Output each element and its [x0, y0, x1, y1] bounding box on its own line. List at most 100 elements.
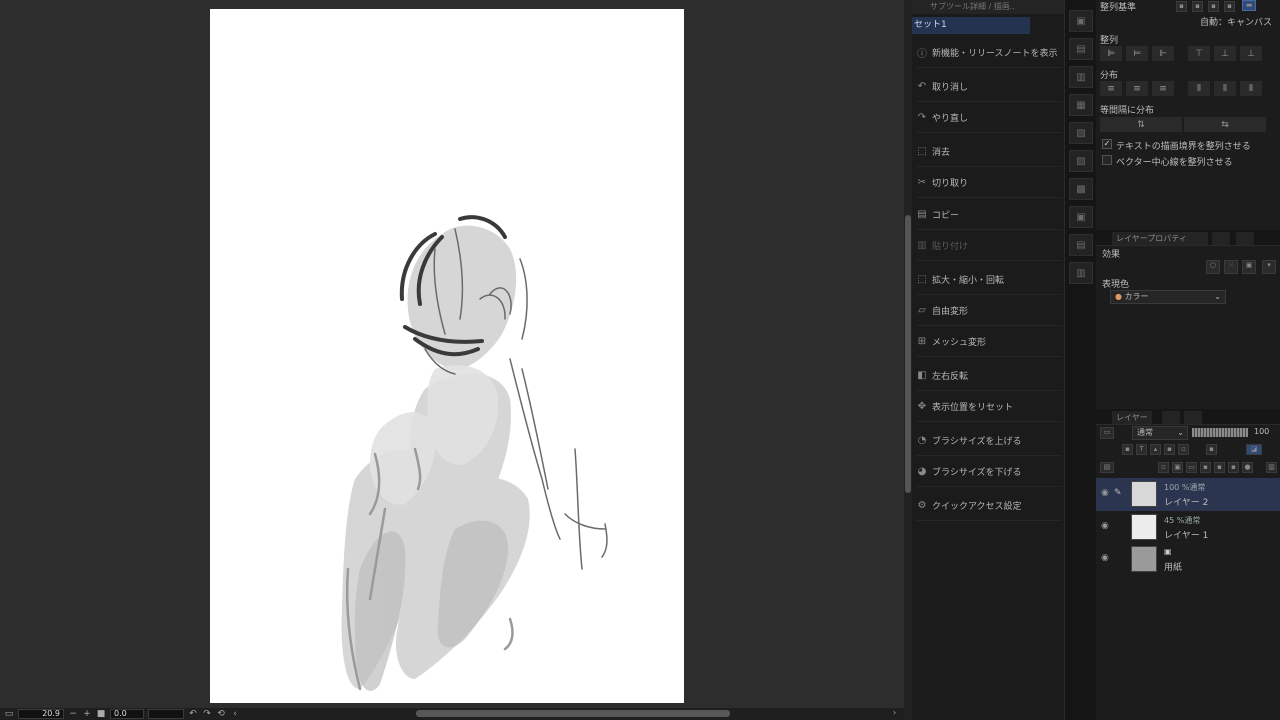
layer-type-icon[interactable]: ▭: [1100, 427, 1114, 439]
expression-color-dropdown[interactable]: ● カラー ⌄: [1110, 290, 1226, 304]
panel-toggle-icon[interactable]: ▣: [1069, 206, 1093, 228]
align-center-button[interactable]: ⊨: [1126, 46, 1148, 61]
canvas-area[interactable]: [0, 0, 904, 708]
new-raster-layer-icon[interactable]: ▫: [1158, 462, 1169, 473]
rotation-input[interactable]: 0.0: [110, 709, 144, 719]
new-vector-layer-icon[interactable]: ▣: [1172, 462, 1183, 473]
navigator-icon[interactable]: ▭: [4, 709, 14, 719]
lock-icon[interactable]: ▴: [1150, 444, 1161, 455]
distribute-bottom-button[interactable]: ≡: [1152, 81, 1174, 96]
command-reset-view[interactable]: ✥ 表示位置をリセット: [916, 392, 1062, 422]
reset-rotation-icon[interactable]: ⟲: [216, 709, 226, 719]
layer-color-icon[interactable]: ▪: [1206, 444, 1217, 455]
tab-secondary[interactable]: [1190, 232, 1208, 245]
panel-toggle-icon[interactable]: ▨: [1069, 150, 1093, 172]
command-undo[interactable]: ↶ 取り消し: [916, 72, 1062, 102]
tab-secondary[interactable]: [1212, 232, 1230, 245]
rotation-slider[interactable]: [148, 709, 184, 719]
panel-toggle-icon[interactable]: ▦: [1069, 94, 1093, 116]
command-mesh-transform[interactable]: ⊞ メッシュ変形: [916, 327, 1062, 357]
command-redo[interactable]: ↷ やり直し: [916, 103, 1062, 133]
vertical-scroll-thumb[interactable]: [905, 215, 911, 493]
effect-tone-icon[interactable]: ⁙: [1224, 260, 1238, 274]
opacity-slider[interactable]: [1192, 428, 1248, 437]
command-brush-size-down[interactable]: ◕ ブラシサイズを下げる: [916, 457, 1062, 487]
rotate-right-icon[interactable]: ↷: [202, 709, 212, 719]
layer-row[interactable]: ◉ 45 %通常 レイヤー 1: [1096, 511, 1280, 544]
command-set-selector[interactable]: セット1: [912, 17, 1030, 34]
draft-layer-icon[interactable]: ◪: [1246, 444, 1262, 455]
layer-mask-icon[interactable]: ▪: [1228, 462, 1239, 473]
blend-mode-dropdown[interactable]: 通常 ⌄: [1132, 426, 1188, 440]
zoom-input[interactable]: 20.9: [18, 709, 64, 719]
effect-border-icon[interactable]: ○: [1206, 260, 1220, 274]
eye-icon[interactable]: ◉: [1101, 488, 1113, 500]
tab-layer[interactable]: レイヤー: [1112, 411, 1152, 424]
command-scale-rotate[interactable]: ⬚ 拡大・縮小・回転: [916, 265, 1062, 295]
align-basis-icon[interactable]: ▪: [1192, 1, 1203, 12]
layer-row[interactable]: ◉ ▣ 用紙: [1096, 543, 1280, 576]
reference-layer-icon[interactable]: ▪: [1122, 444, 1133, 455]
align-basis-icon[interactable]: ▪: [1208, 1, 1219, 12]
panel-toggle-icon[interactable]: ▥: [1069, 262, 1093, 284]
command-paste[interactable]: ▥ 貼り付け: [916, 231, 1062, 261]
fit-icon[interactable]: ■: [96, 709, 106, 719]
command-free-transform[interactable]: ▱ 自由変形: [916, 296, 1062, 326]
distribute-middle-button[interactable]: ≡: [1126, 81, 1148, 96]
effect-more-icon[interactable]: ▾: [1262, 260, 1276, 274]
eye-icon[interactable]: ◉: [1101, 553, 1113, 565]
tab-secondary[interactable]: [1162, 411, 1180, 424]
distribute-center-button[interactable]: ⦀: [1214, 81, 1236, 96]
mask-toggle-icon[interactable]: ●: [1242, 462, 1253, 473]
command-flip-horizontal[interactable]: ◧ 左右反転: [916, 361, 1062, 391]
layer-row[interactable]: ◉ ✎ 100 %通常 レイヤー 2: [1096, 478, 1280, 511]
drawing-paper[interactable]: [210, 9, 684, 703]
align-top-button[interactable]: ⊤: [1188, 46, 1210, 61]
lock-transparency-icon[interactable]: ▪: [1164, 444, 1175, 455]
merge-down-icon[interactable]: ▪: [1214, 462, 1225, 473]
canvas-vertical-scrollbar[interactable]: [904, 0, 912, 720]
align-basis-canvas-icon[interactable]: ▬: [1242, 0, 1256, 11]
panel-toggle-icon[interactable]: ▣: [1069, 10, 1093, 32]
align-basis-icon[interactable]: ▪: [1224, 1, 1235, 12]
panel-toggle-icon[interactable]: ▧: [1069, 122, 1093, 144]
command-release-notes[interactable]: ⓘ 新機能・リリースノートを表示: [916, 38, 1062, 68]
command-copy[interactable]: ▤ コピー: [916, 200, 1062, 230]
zoom-in-icon[interactable]: +: [82, 709, 92, 719]
clip-layer-icon[interactable]: T: [1136, 444, 1147, 455]
mask-icon[interactable]: ▫: [1178, 444, 1189, 455]
align-basis-icon[interactable]: ▪: [1176, 1, 1187, 12]
distribute-left-button[interactable]: ⦀: [1188, 81, 1210, 96]
equal-spacing-horizontal-button[interactable]: ⇆: [1184, 117, 1266, 132]
scroll-right-icon[interactable]: ›: [893, 708, 896, 717]
vector-center-checkbox[interactable]: [1102, 155, 1112, 165]
scroll-left-icon[interactable]: ‹: [230, 709, 240, 719]
command-cut[interactable]: ✂ 切り取り: [916, 168, 1062, 198]
tab-secondary[interactable]: [1184, 411, 1202, 424]
transfer-down-icon[interactable]: ▪: [1200, 462, 1211, 473]
new-folder-icon[interactable]: ▭: [1186, 462, 1197, 473]
rotate-left-icon[interactable]: ↶: [188, 709, 198, 719]
trash-icon[interactable]: ▥: [1266, 462, 1277, 473]
text-bounds-checkbox[interactable]: ✓: [1102, 139, 1112, 149]
distribute-right-button[interactable]: ⦀: [1240, 81, 1262, 96]
eye-icon[interactable]: ◉: [1101, 521, 1113, 533]
effect-layer-color-icon[interactable]: ▣: [1242, 260, 1256, 274]
command-clear[interactable]: ⬚ 消去: [916, 137, 1062, 167]
align-bottom-button[interactable]: ⊥: [1240, 46, 1262, 61]
panel-toggle-icon[interactable]: ▩: [1069, 178, 1093, 200]
equal-spacing-vertical-button[interactable]: ⇅: [1100, 117, 1182, 132]
align-left-button[interactable]: ⊫: [1100, 46, 1122, 61]
panel-toggle-icon[interactable]: ▤: [1069, 38, 1093, 60]
command-brush-size-up[interactable]: ◔ ブラシサイズを上げる: [916, 426, 1062, 456]
layer-panel-menu-icon[interactable]: ▤: [1100, 462, 1114, 473]
align-middle-button[interactable]: ⊥: [1214, 46, 1236, 61]
panel-toggle-icon[interactable]: ▤: [1069, 234, 1093, 256]
tab-secondary[interactable]: [1236, 232, 1254, 245]
align-right-button[interactable]: ⊩: [1152, 46, 1174, 61]
panel-toggle-icon[interactable]: ▥: [1069, 66, 1093, 88]
zoom-out-icon[interactable]: −: [68, 709, 78, 719]
horizontal-scroll-thumb[interactable]: [416, 710, 730, 717]
command-quick-access-settings[interactable]: ⚙ クイックアクセス設定: [916, 491, 1062, 521]
distribute-top-button[interactable]: ≡: [1100, 81, 1122, 96]
